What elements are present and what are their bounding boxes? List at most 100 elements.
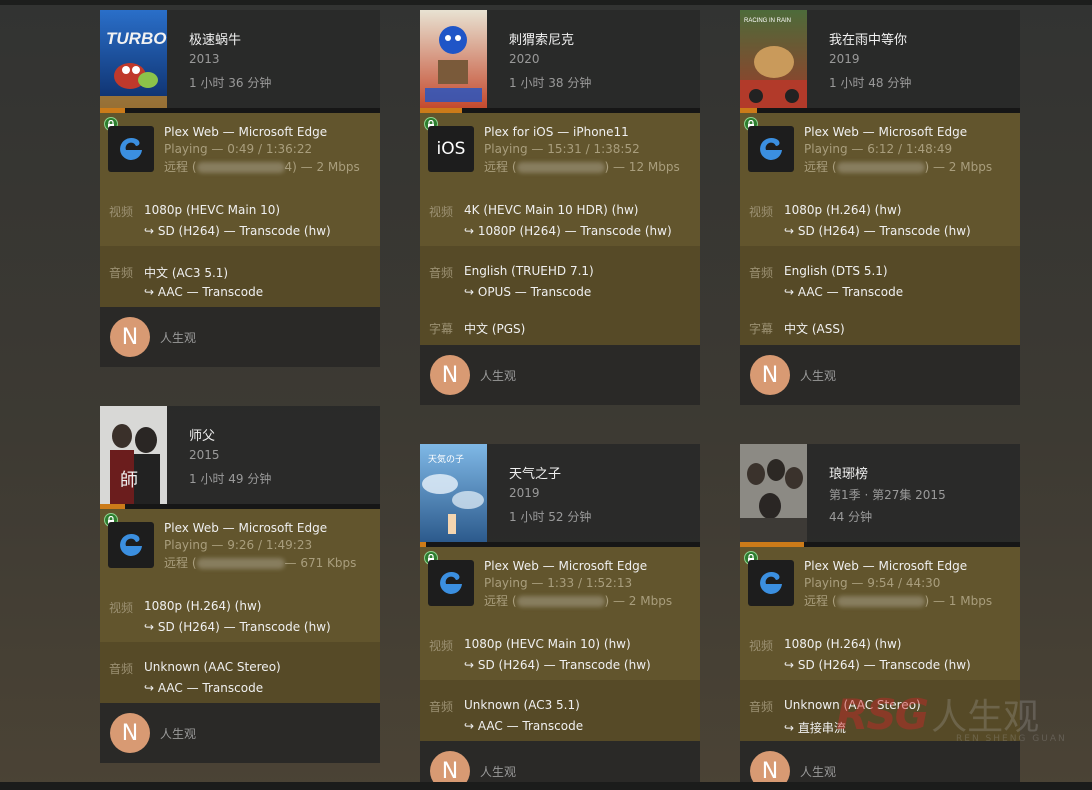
avatar: N: [110, 317, 150, 357]
video-output: ↪ SD (H264) — Transcode (hw): [144, 224, 331, 238]
edge-icon: [748, 560, 794, 606]
user-bar[interactable]: N 人生观: [420, 741, 700, 790]
audio-output: ↪ AAC — Transcode: [784, 285, 904, 299]
media-duration: 1 小时 38 分钟: [509, 76, 592, 90]
stream-details: Plex Web — Microsoft Edge Playing — 6:12…: [740, 113, 1020, 345]
remote-info: 远程 () — 2 Mbps: [804, 160, 993, 174]
subtitle-section: 字幕 中文 (ASS): [740, 307, 1020, 345]
player-app: Plex Web — Microsoft Edge: [164, 521, 328, 535]
media-year: 2019: [509, 486, 540, 500]
media-title[interactable]: 师父: [189, 425, 215, 444]
playback-state: Playing — 1:33 / 1:52:13: [484, 576, 633, 590]
stream-details: Plex Web — Microsoft Edge Playing — 9:26…: [100, 509, 380, 703]
poster-image[interactable]: 天気の子: [420, 444, 487, 542]
poster-image[interactable]: [420, 10, 487, 108]
player-app: Plex Web — Microsoft Edge: [484, 559, 648, 573]
playback-state: Playing — 9:54 / 44:30: [804, 576, 941, 590]
poster-image[interactable]: [740, 444, 807, 542]
remote-info: 远程 () — 12 Mbps: [484, 160, 680, 174]
video-section: 视频 1080p (H.264) (hw) ↪ SD (H264) — Tran…: [749, 637, 971, 672]
username[interactable]: 人生观: [160, 725, 196, 742]
media-title[interactable]: 天气之子: [509, 463, 561, 482]
media-title[interactable]: 刺猬索尼克: [509, 29, 574, 48]
media-year: 2013: [189, 52, 220, 66]
svg-text:天気の子: 天気の子: [428, 453, 464, 465]
video-source: 1080p (H.264) (hw): [784, 203, 902, 217]
audio-section: 音频 English (TRUEHD 7.1) ↪ OPUS — Transco…: [420, 246, 700, 307]
username[interactable]: 人生观: [800, 367, 836, 384]
video-section: 视频 1080p (HEVC Main 10) (hw) ↪ SD (H264)…: [429, 637, 651, 672]
username[interactable]: 人生观: [480, 367, 516, 384]
poster-image[interactable]: RACING IN RAIN: [740, 10, 807, 108]
player-info: Plex Web — Microsoft Edge Playing — 1:33…: [420, 547, 700, 619]
player-info: Plex Web — Microsoft Edge Playing — 0:49…: [100, 113, 380, 185]
video-output: ↪ SD (H264) — Transcode (hw): [144, 620, 331, 634]
card-header: 琅琊榜 第1季 · 第27集 2015 44 分钟: [740, 444, 1020, 542]
stream-details: Plex Web — Microsoft Edge Playing — 0:49…: [100, 113, 380, 307]
user-bar[interactable]: N 人生观: [100, 703, 380, 763]
watermark: RSG 人生观 REN SHENG GUAN: [836, 690, 1067, 744]
remote-info: 远程 (— 671 Kbps: [164, 556, 357, 570]
media-year: 2020: [509, 52, 540, 66]
media-duration: 44 分钟: [829, 510, 873, 524]
media-title[interactable]: 琅琊榜: [829, 463, 868, 482]
audio-output: ↪ AAC — Transcode: [144, 681, 264, 695]
username[interactable]: 人生观: [800, 763, 836, 780]
player-app: Plex Web — Microsoft Edge: [804, 125, 968, 139]
edge-icon: [108, 522, 154, 568]
top-bar: [0, 0, 1092, 5]
audio-section: 音频 中文 (AC3 5.1) ↪ AAC — Transcode: [100, 246, 380, 307]
card-header: 天気の子 天气之子 2019 1 小时 52 分钟: [420, 444, 700, 542]
audio-source: 中文 (AC3 5.1): [144, 266, 229, 280]
poster-image[interactable]: TURBO: [100, 10, 167, 108]
playback-state: Playing — 9:26 / 1:49:23: [164, 538, 313, 552]
audio-output: ↪ AAC — Transcode: [144, 285, 264, 299]
media-duration: 1 小时 52 分钟: [509, 510, 592, 524]
subtitle-source: 中文 (PGS): [464, 322, 526, 336]
video-output: ↪ SD (H264) — Transcode (hw): [784, 658, 971, 672]
username[interactable]: 人生观: [160, 329, 196, 346]
stream-card[interactable]: 刺猬索尼克 2020 1 小时 38 分钟 iOS Plex for iOS —…: [420, 10, 700, 405]
card-header: 刺猬索尼克 2020 1 小时 38 分钟: [420, 10, 700, 108]
video-output: ↪ SD (H264) — Transcode (hw): [784, 224, 971, 238]
user-bar[interactable]: N 人生观: [100, 307, 380, 367]
avatar: N: [750, 355, 790, 395]
remote-info: 远程 () — 2 Mbps: [484, 594, 673, 608]
stream-card[interactable]: TURBO 极速蜗牛 2013 1 小时 36 分钟 Plex Web — Mi…: [100, 10, 380, 367]
media-title[interactable]: 极速蜗牛: [189, 29, 241, 48]
audio-section: 音频 Unknown (AC3 5.1) ↪ AAC — Transcode: [420, 680, 700, 741]
media-year: 2015: [189, 448, 220, 462]
user-bar[interactable]: N 人生观: [740, 345, 1020, 405]
video-section: 视频 1080p (H.264) (hw) ↪ SD (H264) — Tran…: [749, 203, 971, 238]
audio-source: English (TRUEHD 7.1): [464, 264, 594, 278]
player-info: Plex Web — Microsoft Edge Playing — 9:26…: [100, 509, 380, 581]
player-app: Plex for iOS — iPhone11: [484, 125, 629, 139]
media-title[interactable]: 我在雨中等你: [829, 29, 907, 48]
avatar: N: [110, 713, 150, 753]
video-source: 4K (HEVC Main 10 HDR) (hw): [464, 203, 639, 217]
stream-details: Plex Web — Microsoft Edge Playing — 1:33…: [420, 547, 700, 741]
card-header: TURBO 极速蜗牛 2013 1 小时 36 分钟: [100, 10, 380, 108]
remote-info: 远程 () — 1 Mbps: [804, 594, 993, 608]
username[interactable]: 人生观: [480, 763, 516, 780]
audio-source: Unknown (AAC Stereo): [144, 660, 281, 674]
playback-state: Playing — 0:49 / 1:36:22: [164, 142, 313, 156]
bottom-bar: [0, 782, 1092, 790]
stream-card[interactable]: 天気の子 天气之子 2019 1 小时 52 分钟 Plex Web — Mic…: [420, 444, 700, 790]
stream-card[interactable]: 師 师父 2015 1 小时 49 分钟 Plex Web — Microsof…: [100, 406, 380, 763]
media-duration: 1 小时 36 分钟: [189, 76, 272, 90]
user-bar[interactable]: N 人生观: [420, 345, 700, 405]
avatar: N: [430, 355, 470, 395]
stream-card[interactable]: RACING IN RAIN 我在雨中等你 2019 1 小时 48 分钟 Pl…: [740, 10, 1020, 405]
poster-image[interactable]: 師: [100, 406, 167, 504]
media-duration: 1 小时 48 分钟: [829, 76, 912, 90]
audio-output: ↪ AAC — Transcode: [464, 719, 584, 733]
video-section: 视频 4K (HEVC Main 10 HDR) (hw) ↪ 1080P (H…: [429, 203, 672, 238]
player-app: Plex Web — Microsoft Edge: [804, 559, 968, 573]
svg-text:TURBO: TURBO: [106, 29, 166, 48]
video-source: 1080p (HEVC Main 10) (hw): [464, 637, 631, 651]
edge-icon: [428, 560, 474, 606]
video-section: 视频 1080p (H.264) (hw) ↪ SD (H264) — Tran…: [109, 599, 331, 634]
user-bar[interactable]: N 人生观: [740, 741, 1020, 790]
card-header: 師 师父 2015 1 小时 49 分钟: [100, 406, 380, 504]
